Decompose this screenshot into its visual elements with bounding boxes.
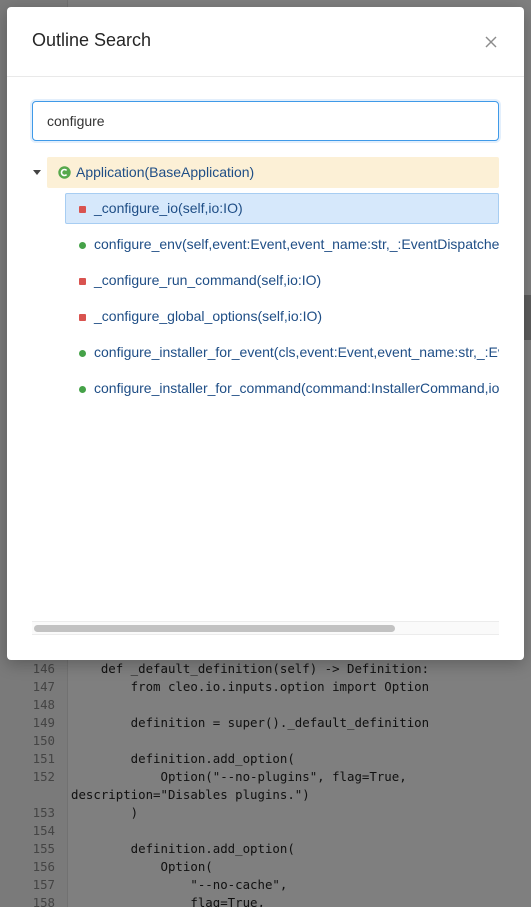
tree-item-label: _configure_io(self,io:IO) — [94, 200, 243, 216]
public-method-icon — [79, 350, 86, 357]
tree-item-row[interactable]: configure_env(self,event:Event,event_nam… — [32, 229, 499, 260]
dialog-title: Outline Search — [32, 30, 152, 50]
class-icon — [58, 166, 71, 179]
tree-item-row[interactable]: _configure_io(self,io:IO) — [32, 193, 499, 224]
horizontal-scrollbar[interactable] — [32, 621, 499, 635]
tree-root-label: Application(BaseApplication) — [76, 164, 255, 180]
tree-root-row[interactable]: Application(BaseApplication) — [32, 157, 499, 188]
tree-item-label: configure_installer_for_event(cls,event:… — [94, 344, 499, 360]
private-method-icon — [79, 278, 86, 285]
outline-tree: Application(BaseApplication) _configure_… — [32, 157, 499, 605]
horizontal-scroll-thumb[interactable] — [34, 625, 395, 632]
tree-item-row[interactable]: _configure_run_command(self,io:IO) — [32, 265, 499, 296]
tree-item-label: configure_installer_for_command(command:… — [94, 380, 499, 396]
private-method-icon — [79, 206, 86, 213]
outline-search-input[interactable] — [32, 101, 499, 141]
dialog-header: Outline Search — [7, 7, 524, 77]
caret-down-icon[interactable] — [32, 167, 42, 177]
tree-item-label: configure_env(self,event:Event,event_nam… — [94, 236, 499, 252]
close-button[interactable] — [481, 32, 501, 52]
public-method-icon — [79, 242, 86, 249]
tree-item-row[interactable]: configure_installer_for_event(cls,event:… — [32, 337, 499, 368]
tree-item-label: _configure_global_options(self,io:IO) — [94, 308, 323, 324]
tree-item-row[interactable]: configure_installer_for_command(command:… — [32, 373, 499, 404]
close-icon — [485, 36, 497, 48]
tree-item-label: _configure_run_command(self,io:IO) — [94, 272, 322, 288]
tree-item-row[interactable]: _configure_global_options(self,io:IO) — [32, 301, 499, 332]
public-method-icon — [79, 386, 86, 393]
outline-search-dialog: Outline Search Application(BaseApplicati… — [7, 7, 524, 660]
private-method-icon — [79, 314, 86, 321]
